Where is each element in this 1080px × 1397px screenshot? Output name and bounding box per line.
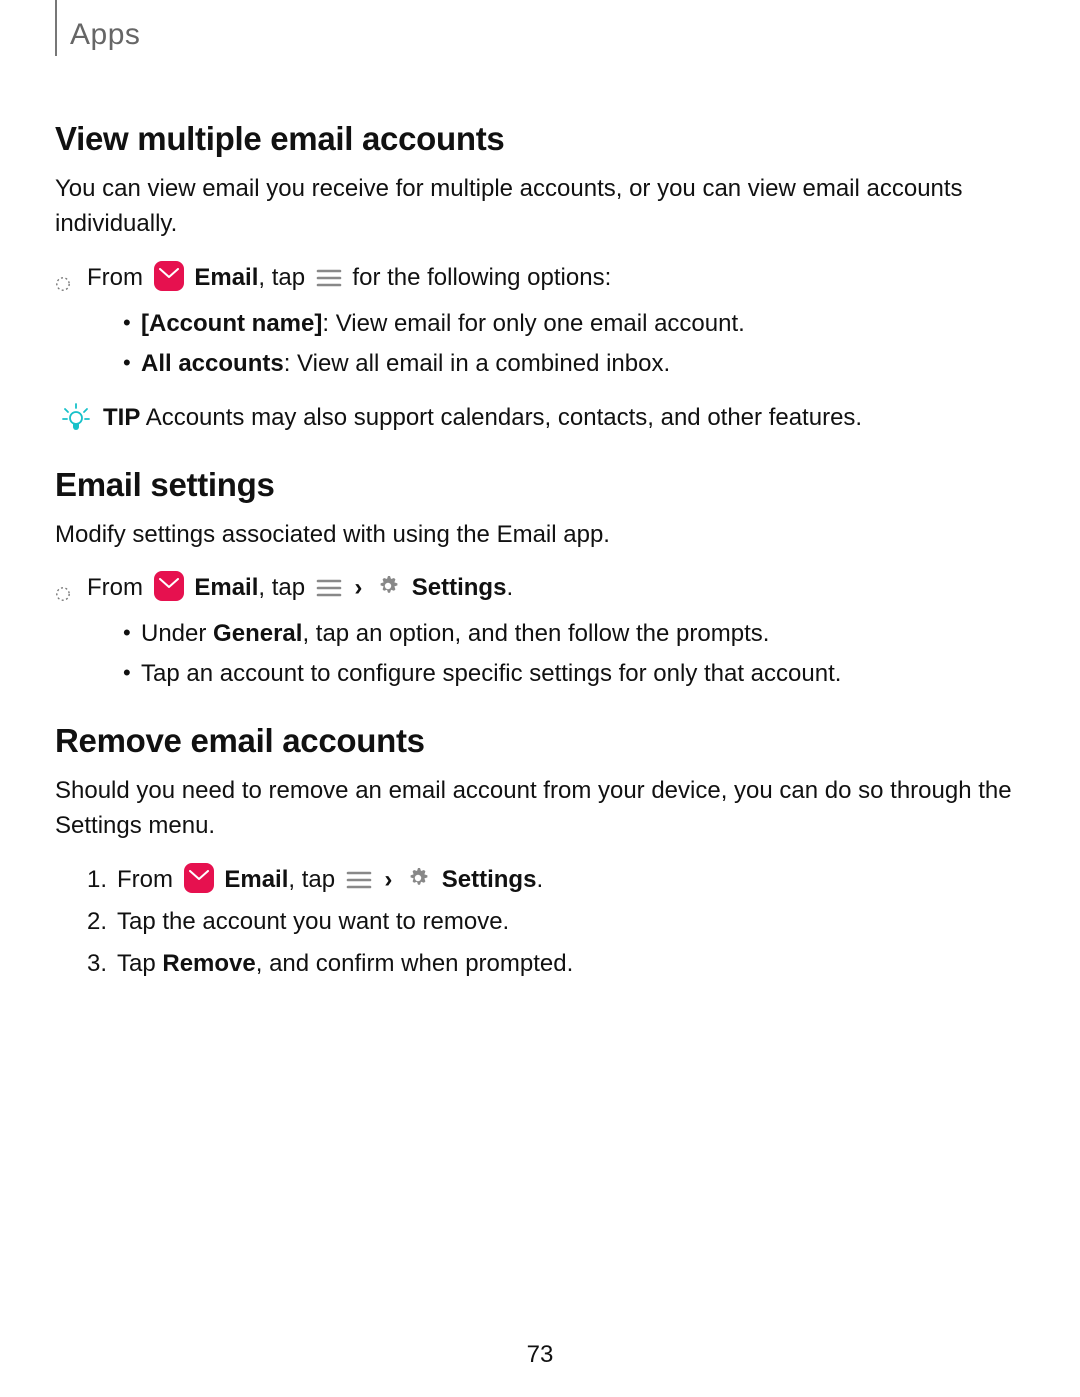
tip-text: TIP Accounts may also support calendars,…	[103, 400, 862, 436]
step-mid: , tap	[288, 866, 341, 893]
gear-icon	[375, 573, 401, 595]
step-item: From Email, tap › Settings.	[87, 862, 1025, 898]
step-pre: From	[117, 866, 180, 893]
instruction-row: From Email, tap › Settings.	[55, 570, 1025, 606]
ring-marker-icon	[55, 577, 71, 593]
hamburger-menu-icon	[316, 264, 342, 286]
section-title-view-multiple: View multiple email accounts	[55, 120, 1025, 158]
instr-text: for the following options:	[352, 264, 611, 291]
tip-body: Accounts may also support calendars, con…	[146, 404, 862, 431]
list-item: All accounts: View all email in a combin…	[123, 346, 1025, 382]
step-bold: Remove	[162, 950, 255, 977]
bullet-list: Under General, tap an option, and then f…	[55, 616, 1025, 692]
instr-text: From	[87, 264, 150, 291]
list-item: Tap an account to configure specific set…	[123, 656, 1025, 692]
page-content: View multiple email accounts You can vie…	[55, 0, 1025, 982]
step-post: , and confirm when prompted.	[256, 950, 574, 977]
step-text: Tap the account you want to remove.	[117, 908, 509, 935]
email-app-icon	[154, 571, 184, 601]
instruction-row: From Email, tap for the following option…	[55, 260, 1025, 296]
bullet-lead: All accounts	[141, 350, 284, 377]
section-title-email-settings: Email settings	[55, 466, 1025, 504]
instr-settings: Settings	[412, 574, 507, 601]
breadcrumb: Apps	[70, 18, 140, 52]
bullet-rest: : View all email in a combined inbox.	[284, 350, 670, 377]
instr-text: , tap	[258, 264, 311, 291]
step-settings: Settings	[442, 866, 537, 893]
bullet-post: Tap an account to configure specific set…	[141, 660, 841, 687]
numbered-steps: From Email, tap › Settings. Tap the acco…	[55, 862, 1025, 982]
instr-app-name: Email	[194, 264, 258, 291]
hamburger-menu-icon	[316, 574, 342, 596]
email-app-icon	[184, 863, 214, 893]
email-app-icon	[154, 261, 184, 291]
instr-text: From	[87, 574, 150, 601]
bullet-pre: Under	[141, 620, 213, 647]
tip-label: TIP	[103, 404, 140, 431]
header-rule	[55, 0, 57, 56]
step-item: Tap the account you want to remove.	[87, 904, 1025, 940]
step-end: .	[536, 866, 543, 893]
bullet-lead: [Account name]	[141, 310, 322, 337]
tip-callout: TIP Accounts may also support calendars,…	[61, 400, 1025, 436]
section-title-remove-accounts: Remove email accounts	[55, 722, 1025, 760]
instr-text: , tap	[258, 574, 311, 601]
section-intro: Should you need to remove an email accou…	[55, 774, 1025, 844]
document-page: Apps View multiple email accounts You ca…	[0, 0, 1080, 1397]
chevron-right-icon: ›	[384, 862, 392, 898]
bullet-bold: General	[213, 620, 302, 647]
step-pre: Tap	[117, 950, 162, 977]
step-item: Tap Remove, and confirm when prompted.	[87, 946, 1025, 982]
section-intro: You can view email you receive for multi…	[55, 172, 1025, 242]
gear-icon	[405, 865, 431, 887]
bullet-rest: : View email for only one email account.	[322, 310, 744, 337]
hamburger-menu-icon	[346, 866, 372, 888]
step-app-name: Email	[224, 866, 288, 893]
ring-marker-icon	[55, 267, 71, 283]
page-number: 73	[0, 1341, 1080, 1369]
bullet-post: , tap an option, and then follow the pro…	[302, 620, 769, 647]
bullet-list: [Account name]: View email for only one …	[55, 306, 1025, 382]
list-item: [Account name]: View email for only one …	[123, 306, 1025, 342]
section-intro: Modify settings associated with using th…	[55, 518, 1025, 553]
chevron-right-icon: ›	[354, 570, 362, 606]
lightbulb-icon	[61, 402, 91, 432]
instr-app-name: Email	[194, 574, 258, 601]
instr-end: .	[506, 574, 513, 601]
list-item: Under General, tap an option, and then f…	[123, 616, 1025, 652]
